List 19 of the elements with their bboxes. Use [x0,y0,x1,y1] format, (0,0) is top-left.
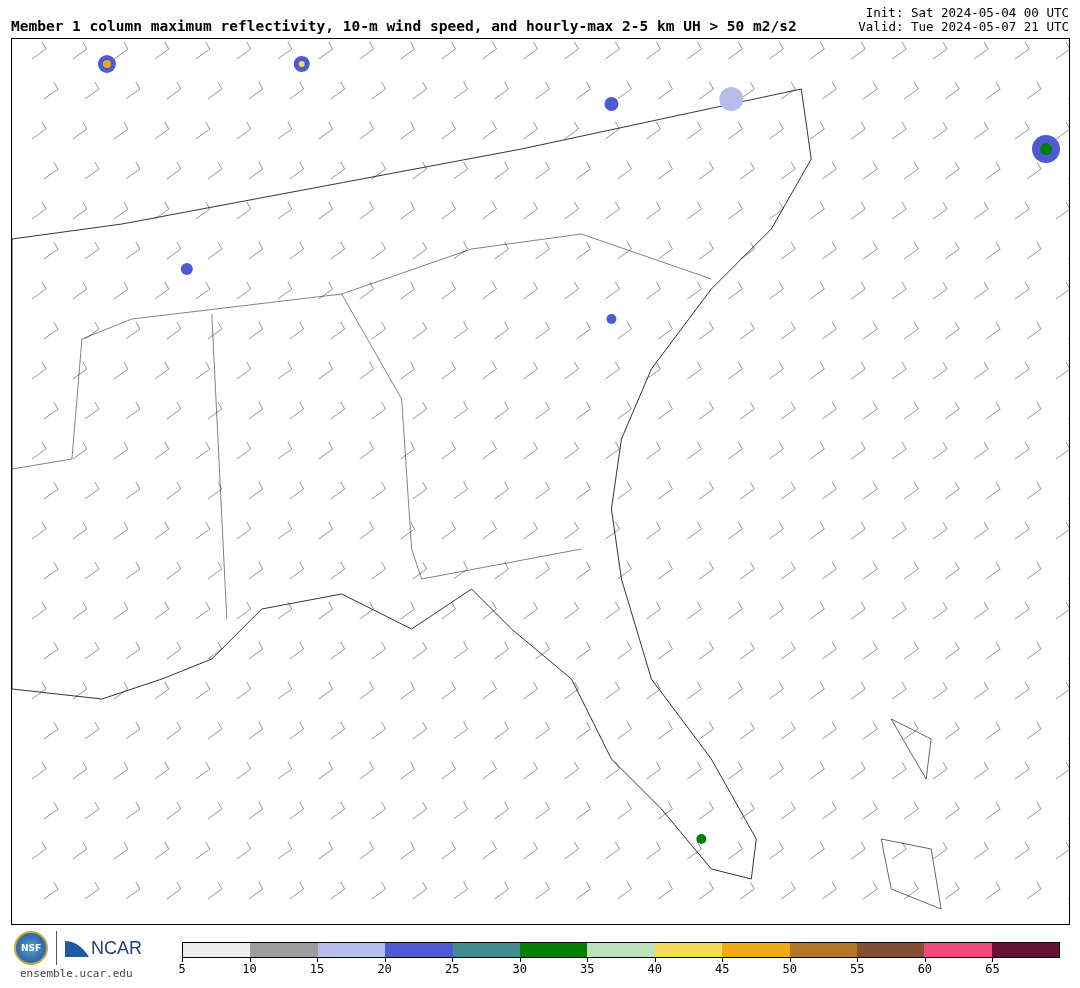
tick-label: 40 [647,962,662,976]
tick-label: 30 [512,962,527,976]
ncar-logo: NCAR [65,937,142,959]
valid-time: Valid: Tue 2024-05-07 21 UTC [858,20,1069,34]
tick-label: 20 [377,962,392,976]
tick-label: 55 [850,962,865,976]
site-url: ensemble.ucar.edu [20,967,133,980]
chart-title: Member 1 column maximum reflectivity, 10-m wind speed, and hourly-max 2-5 km UH > 50 m2/s2 [11,18,797,34]
tick-label: 50 [782,962,797,976]
init-time: Init: Sat 2024-05-04 00 UTC [865,6,1069,20]
tick-label: 60 [917,962,933,976]
tick-label: 15 [309,962,325,976]
tick-label: 10 [242,962,257,976]
tick-label: 5 [178,962,186,976]
tick-label: 65 [985,962,1000,976]
nsf-logo: NSF [14,931,48,965]
tick-label: 25 [444,962,460,976]
tick-label: 45 [715,962,730,976]
tick-label: 35 [580,962,595,976]
